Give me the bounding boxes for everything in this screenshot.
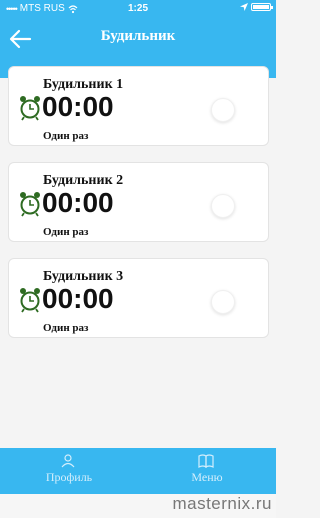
tab-menu[interactable]: Меню: [138, 448, 276, 494]
tab-profile[interactable]: Профиль: [0, 448, 138, 494]
tab-label: Меню: [191, 470, 223, 484]
tab-label: Профиль: [45, 470, 93, 484]
alarm-card-3[interactable]: Будильник 3 00:00 Один раз: [8, 258, 269, 338]
alarm-card-1[interactable]: Будильник 1 00:00 Один раз: [8, 66, 269, 146]
alarm-time: 00:00: [42, 283, 114, 314]
alarm-time: 00:00: [42, 91, 114, 122]
book-icon: [198, 454, 214, 468]
alarm-repeat: Один раз: [43, 226, 89, 238]
status-time: 1:25: [127, 3, 148, 14]
alarm-clock-icon: [20, 192, 40, 217]
alarm-time: 00:00: [42, 187, 114, 218]
status-bar: ••••• MTS RUS 1:25: [0, 0, 276, 18]
alarm-repeat: Один раз: [43, 130, 89, 142]
tab-bar: Профиль Меню: [0, 448, 276, 494]
alarm-toggle[interactable]: [211, 98, 235, 122]
alarm-toggle[interactable]: [211, 290, 235, 314]
status-right: [240, 3, 273, 11]
page-title: Будильник: [100, 28, 176, 44]
alarm-repeat: Один раз: [43, 322, 89, 334]
location-arrow-icon: [240, 3, 248, 11]
alarm-card-2[interactable]: Будильник 2 00:00 Один раз: [8, 162, 269, 242]
watermark-text: masternix.ru: [172, 494, 272, 513]
user-icon: [61, 454, 75, 468]
battery-icon: [251, 3, 273, 11]
alarm-toggle[interactable]: [211, 194, 235, 218]
alarm-clock-icon: [20, 288, 40, 313]
navbar: Будильник: [0, 18, 276, 60]
watermark-area: masternix.ru: [0, 494, 276, 518]
alarm-clock-icon: [20, 96, 40, 121]
